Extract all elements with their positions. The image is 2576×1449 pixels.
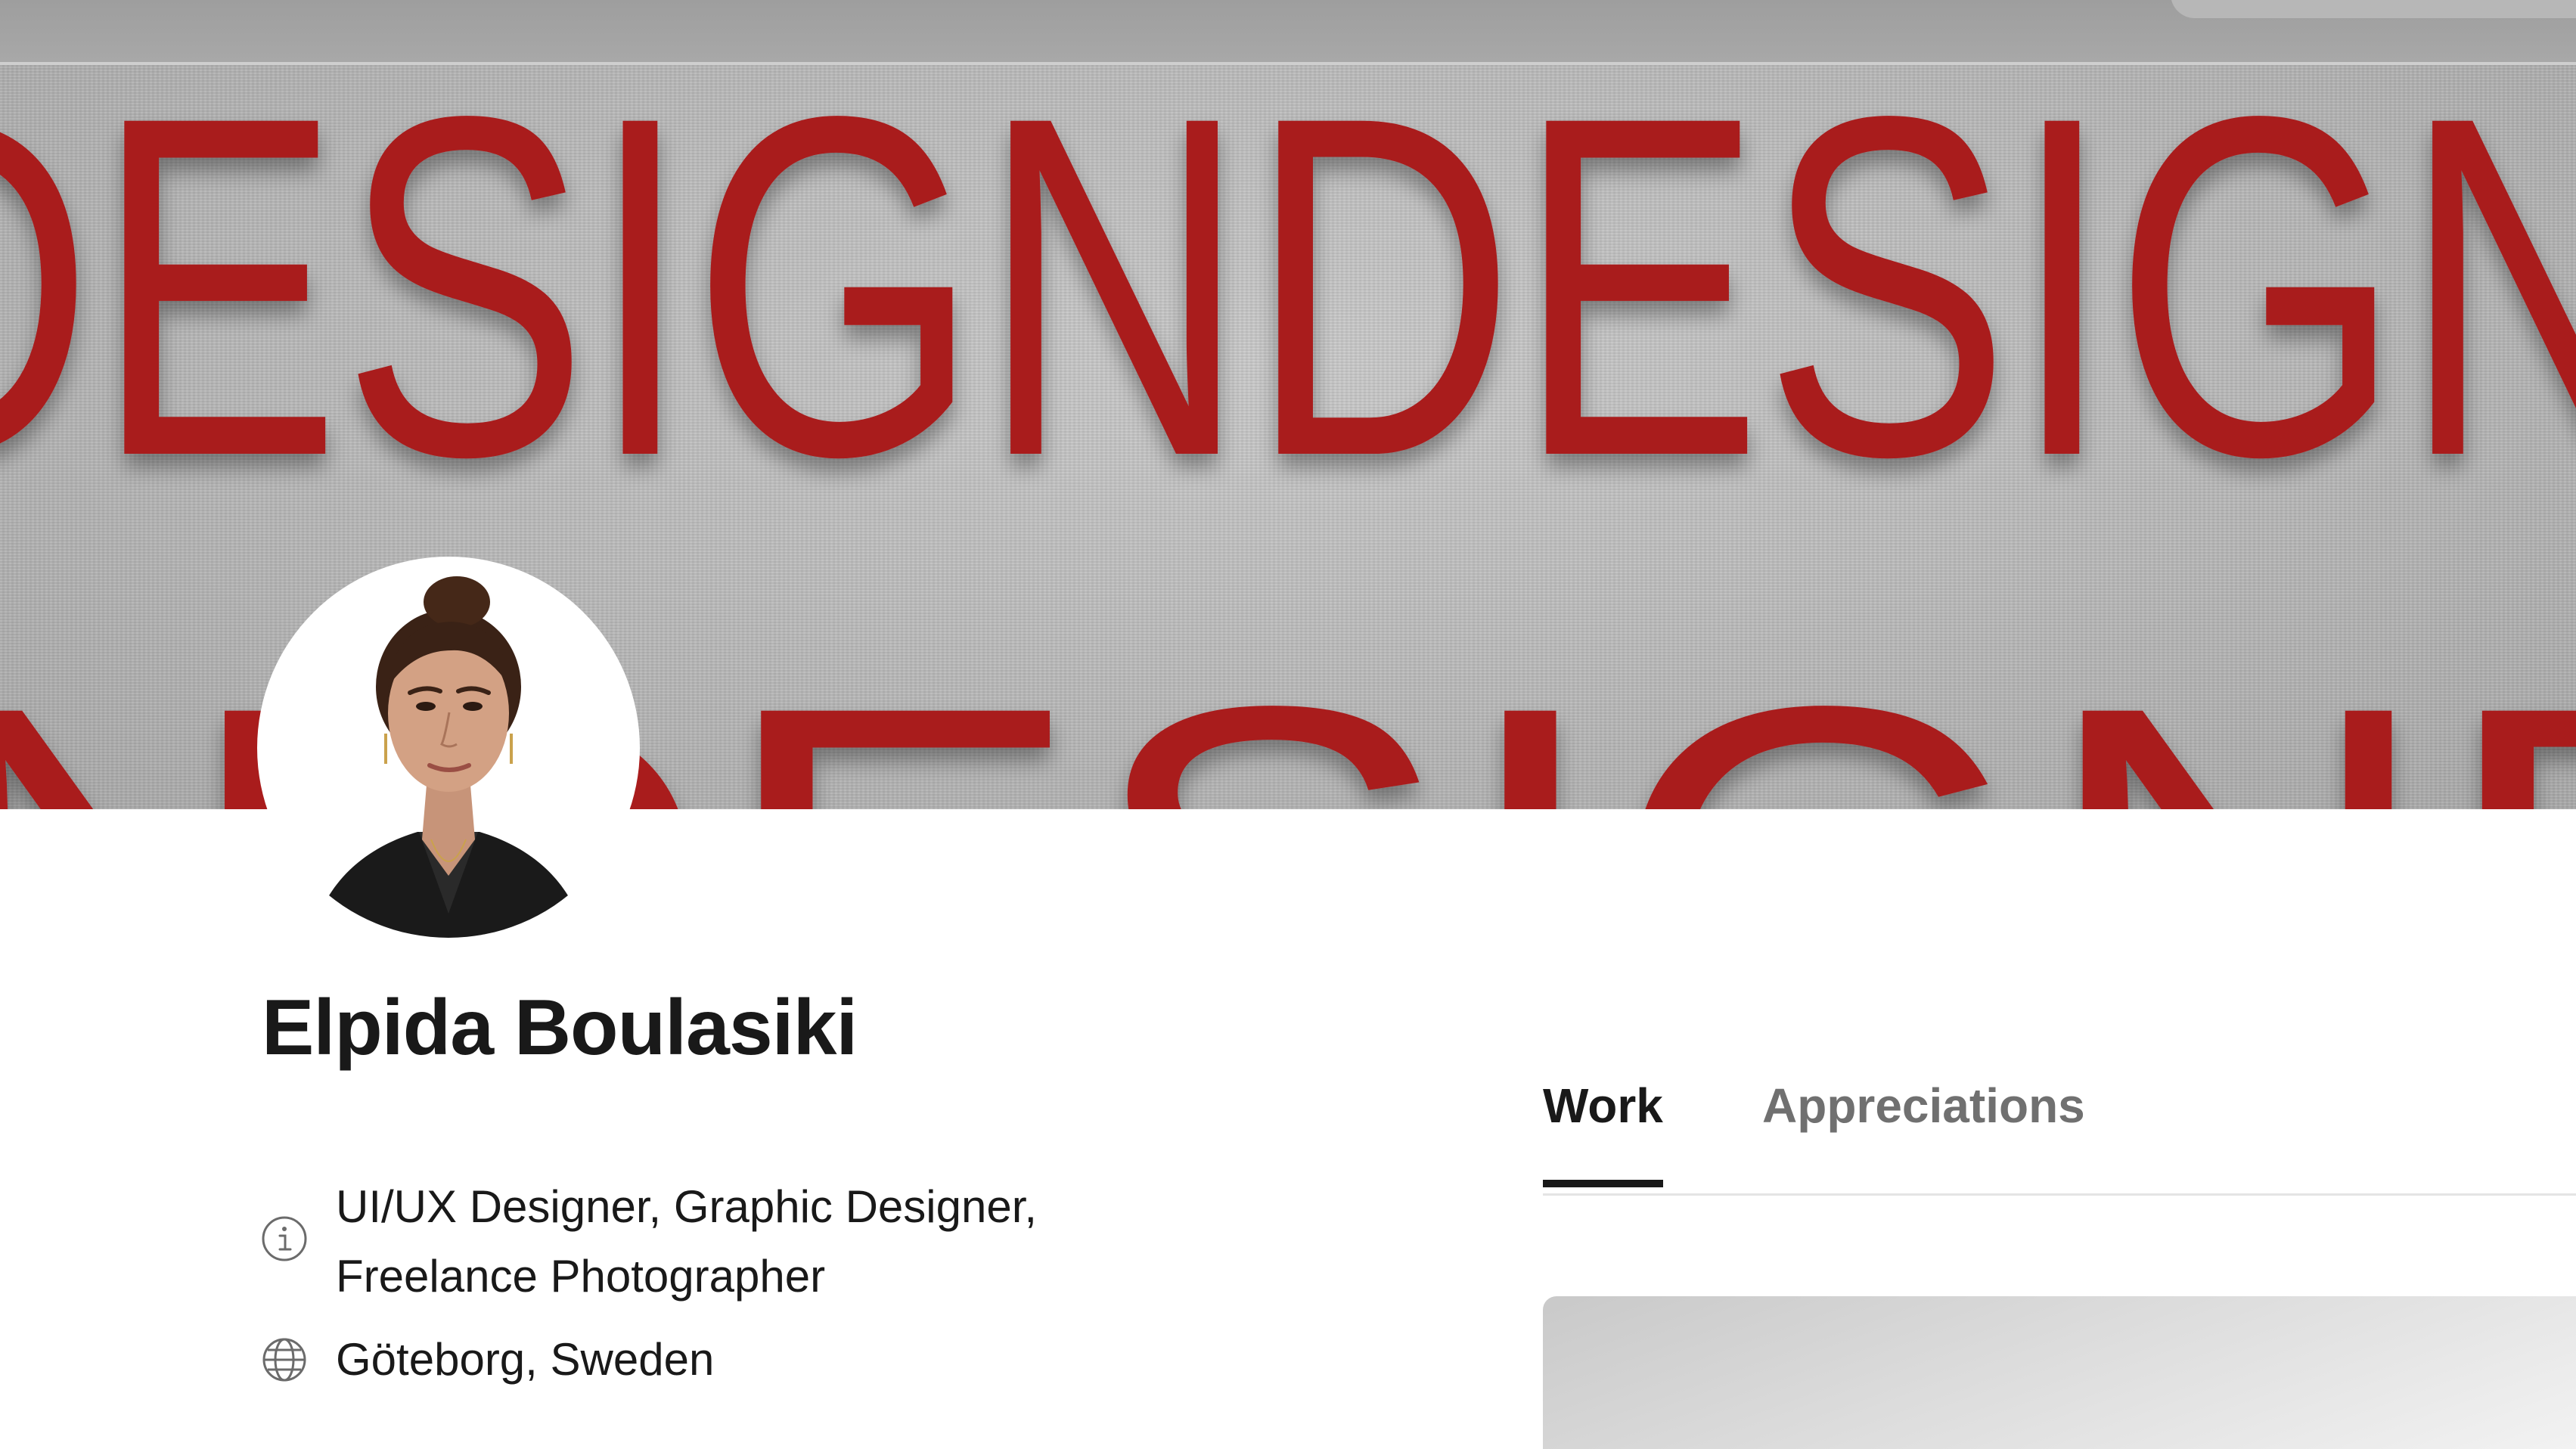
globe-icon [262, 1338, 306, 1382]
tab-appreciations[interactable]: Appreciations [1762, 1066, 2085, 1145]
project-card[interactable] [1543, 1296, 2576, 1449]
search-pill[interactable] [2171, 0, 2576, 18]
avatar-portrait [259, 558, 638, 938]
occupation-text: UI/UX Designer, Graphic Designer, Freela… [336, 1181, 1038, 1302]
banner-top-strip [0, 0, 2576, 65]
location-row: Göteborg, Sweden [260, 1325, 714, 1395]
profile-tabs: Work Appreciations [1543, 1066, 2576, 1196]
location-text: Göteborg, Sweden [336, 1334, 715, 1385]
profile-name: Elpida Boulasiki [262, 984, 858, 1072]
tab-work[interactable]: Work [1543, 1066, 1663, 1187]
banner-text-row-1: DESIGNDESIGN [0, 16, 2576, 557]
occupation-row: UI/UX Designer, Graphic Designer, Freela… [260, 1172, 1137, 1311]
avatar[interactable] [259, 558, 638, 938]
info-icon [262, 1216, 307, 1261]
